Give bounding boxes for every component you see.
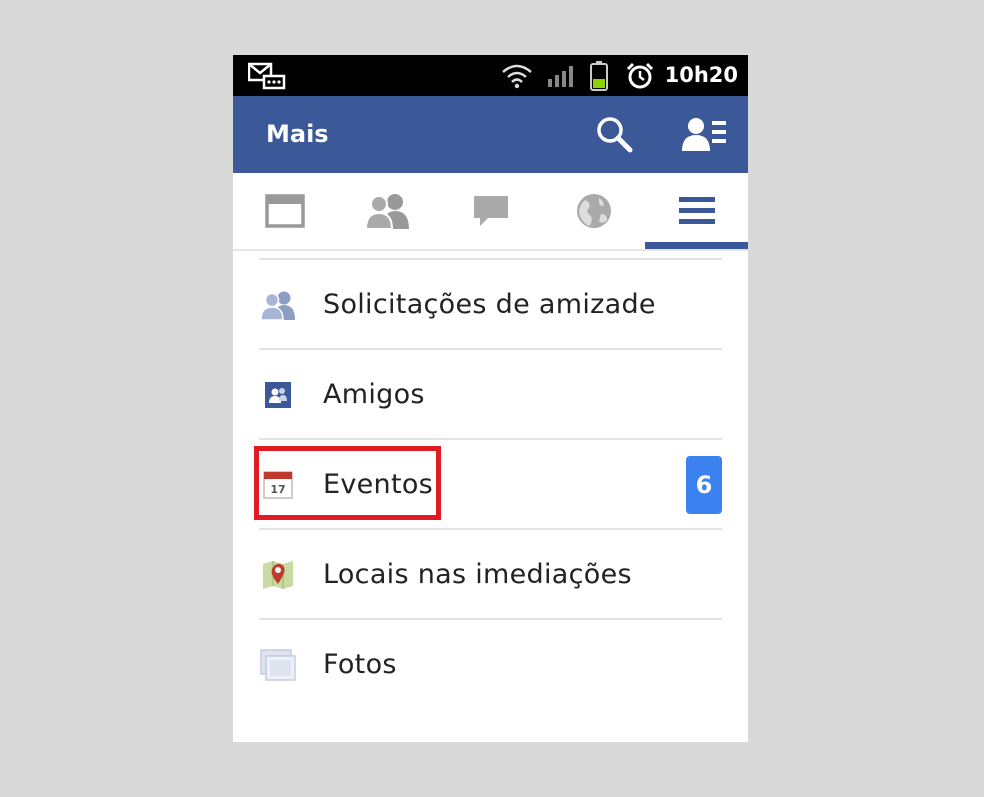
menu-item-friend-requests[interactable]: Solicitações de amizade: [259, 260, 722, 350]
friend-requests-button[interactable]: [680, 110, 730, 160]
menu-item-label: Solicitações de amizade: [323, 289, 656, 320]
tab-more[interactable]: [645, 173, 748, 249]
status-time: 10h20: [664, 63, 738, 87]
menu-item-label: Locais nas imediações: [323, 559, 632, 590]
menu-icon: [678, 197, 715, 224]
page-title: Mais: [266, 120, 329, 148]
tab-notifications[interactable]: [542, 173, 645, 249]
chat-bubble-icon: [473, 196, 508, 226]
count-badge: 6: [686, 456, 722, 514]
active-tab-indicator: [645, 242, 748, 249]
tab-friends[interactable]: [336, 173, 439, 249]
signal-icon: [545, 55, 575, 96]
friend-requests-icon: [682, 118, 726, 151]
phone-screen: 10h20 Mais Solicitações de amizade Amigo…: [233, 55, 748, 742]
app-header: Mais: [233, 96, 748, 173]
search-button[interactable]: [590, 110, 640, 160]
friends-book-icon: [259, 377, 297, 413]
highlight-box: [254, 446, 441, 520]
tab-news-feed[interactable]: [233, 173, 336, 249]
battery-icon: [587, 55, 611, 96]
menu-item-photos[interactable]: Fotos: [259, 620, 722, 710]
search-icon: [597, 117, 633, 153]
menu-item-label: Amigos: [323, 379, 425, 410]
photos-icon: [259, 647, 297, 683]
map-pin-icon: [259, 557, 297, 593]
alarm-icon: [625, 55, 655, 96]
menu-item-label: Fotos: [323, 649, 397, 680]
wifi-icon: [499, 55, 535, 96]
tab-bar: [233, 173, 748, 251]
friends-icon: [364, 194, 409, 229]
news-feed-icon: [264, 194, 305, 228]
friend-requests-icon: [259, 287, 297, 323]
globe-icon: [576, 194, 611, 228]
status-bar: 10h20: [233, 55, 748, 96]
tab-messages[interactable]: [439, 173, 542, 249]
menu-item-nearby-places[interactable]: Locais nas imediações: [259, 530, 722, 620]
menu-item-friends[interactable]: Amigos: [259, 350, 722, 440]
mail-notification-icon: [247, 55, 287, 96]
